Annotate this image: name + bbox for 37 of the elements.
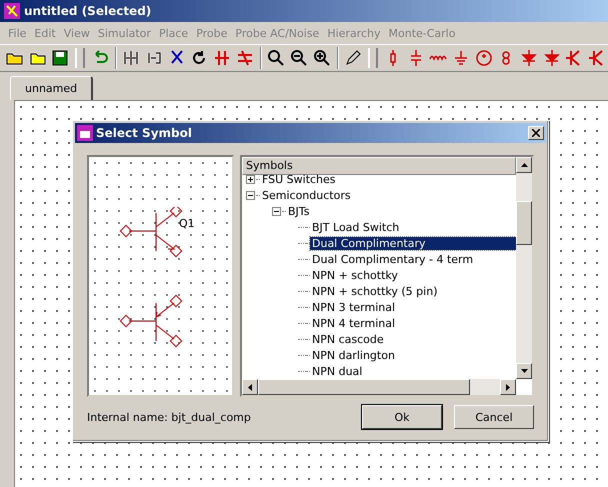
scroll-right-icon[interactable]: [506, 384, 510, 390]
tree-item[interactable]: NPN + schottky: [310, 268, 400, 282]
scroll-thumb[interactable]: [258, 379, 470, 395]
internal-name-text: Internal name: bjt_dual_comp: [87, 410, 252, 424]
tree-item[interactable]: NPN darlington: [310, 348, 397, 362]
tree-item[interactable]: NPN 3 terminal: [310, 300, 398, 314]
collapse-icon[interactable]: [272, 206, 281, 216]
scroll-left-icon[interactable]: [248, 384, 252, 390]
dialog-title: Select Symbol: [96, 126, 192, 140]
vertical-scrollbar[interactable]: [516, 157, 532, 379]
tree-item[interactable]: NPN + schottky (5 pin): [310, 284, 440, 298]
tree-item[interactable]: BJTs: [286, 204, 312, 218]
toolbar-grip[interactable]: [368, 48, 378, 68]
window-title: untitled (Selected): [24, 4, 152, 18]
scroll-up-icon[interactable]: [520, 163, 528, 167]
document-tab[interactable]: unnamed: [10, 76, 94, 100]
dialog-icon: [77, 125, 93, 141]
scroll-down-icon[interactable]: [520, 369, 528, 373]
tree-item[interactable]: Dual Complimentary - 4 term: [310, 252, 476, 266]
close-button[interactable]: [528, 126, 544, 140]
tree-item[interactable]: FSU Switches: [260, 172, 338, 186]
app-icon: [4, 3, 20, 19]
close-icon: [532, 129, 540, 137]
symbol-label: Q1: [179, 217, 195, 230]
column-header: Symbols: [242, 157, 516, 175]
tree-item[interactable]: Dual Complimentary: [310, 236, 516, 250]
collapse-icon[interactable]: [246, 190, 255, 200]
tree-item[interactable]: BJT Load Switch: [310, 220, 402, 234]
horizontal-scrollbar[interactable]: [242, 379, 516, 395]
cancel-button[interactable]: Cancel: [454, 405, 534, 429]
tree-item[interactable]: NPN cascode: [310, 332, 386, 346]
tree-item[interactable]: NPN 4 terminal: [310, 316, 398, 330]
tree-item[interactable]: NPN dual: [310, 364, 364, 378]
tree-item[interactable]: Semiconductors: [260, 188, 353, 202]
scroll-thumb[interactable]: [516, 201, 532, 245]
ok-button[interactable]: Ok: [362, 405, 442, 429]
toolbar-grip[interactable]: [75, 48, 85, 68]
